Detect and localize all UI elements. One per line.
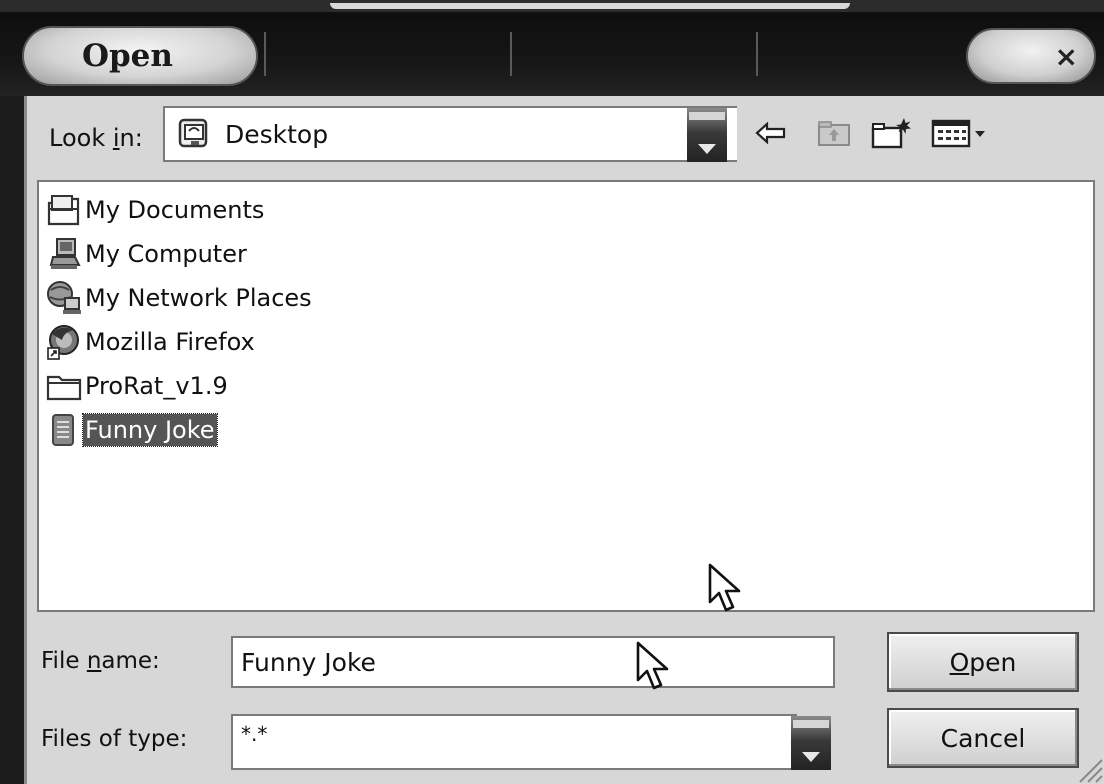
file-type-dropdown-button[interactable] bbox=[791, 716, 831, 770]
close-button[interactable]: × bbox=[966, 28, 1096, 84]
title-divider bbox=[264, 32, 266, 76]
look-in-dropdown-button[interactable] bbox=[687, 108, 727, 162]
new-folder-icon[interactable] bbox=[867, 116, 917, 150]
look-in-select[interactable]: Desktop bbox=[163, 106, 737, 162]
list-item[interactable]: ProRat_v1.9 bbox=[45, 366, 230, 406]
title-divider bbox=[756, 32, 758, 76]
file-label: Mozilla Firefox bbox=[85, 328, 255, 356]
close-icon: × bbox=[1054, 39, 1078, 73]
file-list[interactable]: My Documents My Computer My Network Plac… bbox=[37, 180, 1095, 612]
file-label: ProRat_v1.9 bbox=[85, 372, 228, 400]
file-type-label: Files of type: bbox=[41, 726, 188, 752]
title-bar: Open × bbox=[0, 0, 1104, 96]
list-item[interactable]: My Computer bbox=[45, 234, 249, 274]
file-label: My Network Places bbox=[85, 284, 312, 312]
title-divider bbox=[510, 32, 512, 76]
list-item[interactable]: My Documents bbox=[45, 190, 266, 230]
cancel-button[interactable]: Cancel bbox=[887, 708, 1079, 768]
resize-grip-icon[interactable] bbox=[1074, 754, 1104, 784]
open-dialog: Look in: Desktop My Documents My Compute… bbox=[24, 96, 1104, 784]
file-label: My Computer bbox=[85, 240, 247, 268]
look-in-value: Desktop bbox=[225, 119, 329, 149]
file-name-label: File name: bbox=[41, 648, 160, 674]
list-item[interactable]: Funny Joke bbox=[45, 410, 218, 450]
window-title: Open bbox=[22, 26, 258, 86]
file-label: My Documents bbox=[85, 196, 265, 224]
file-name-input[interactable]: Funny Joke bbox=[231, 636, 835, 688]
open-button[interactable]: Open bbox=[887, 632, 1079, 692]
chevron-down-icon bbox=[698, 144, 716, 154]
up-folder-icon[interactable] bbox=[811, 116, 857, 150]
network-places-icon bbox=[45, 280, 83, 316]
view-menu-icon[interactable] bbox=[929, 116, 993, 150]
list-item[interactable]: Mozilla Firefox bbox=[45, 322, 257, 362]
mouse-cursor-icon bbox=[708, 563, 741, 612]
mouse-cursor-icon bbox=[636, 641, 669, 690]
chevron-down-icon bbox=[802, 752, 820, 762]
firefox-shortcut-icon bbox=[45, 324, 83, 360]
look-in-label: Look in: bbox=[49, 124, 143, 152]
file-type-value: *.* bbox=[241, 722, 268, 746]
desktop-icon bbox=[178, 118, 208, 148]
file-type-select[interactable]: *.* bbox=[231, 714, 797, 770]
file-name-value: Funny Joke bbox=[241, 647, 376, 677]
back-arrow-icon[interactable] bbox=[751, 116, 791, 150]
title-bar-top-edge bbox=[0, 0, 1104, 12]
list-item[interactable]: My Network Places bbox=[45, 278, 314, 318]
my-documents-icon bbox=[45, 192, 83, 228]
folder-icon bbox=[45, 368, 83, 404]
text-file-icon bbox=[45, 412, 83, 448]
file-label: Funny Joke bbox=[82, 413, 218, 447]
my-computer-icon bbox=[45, 236, 83, 272]
